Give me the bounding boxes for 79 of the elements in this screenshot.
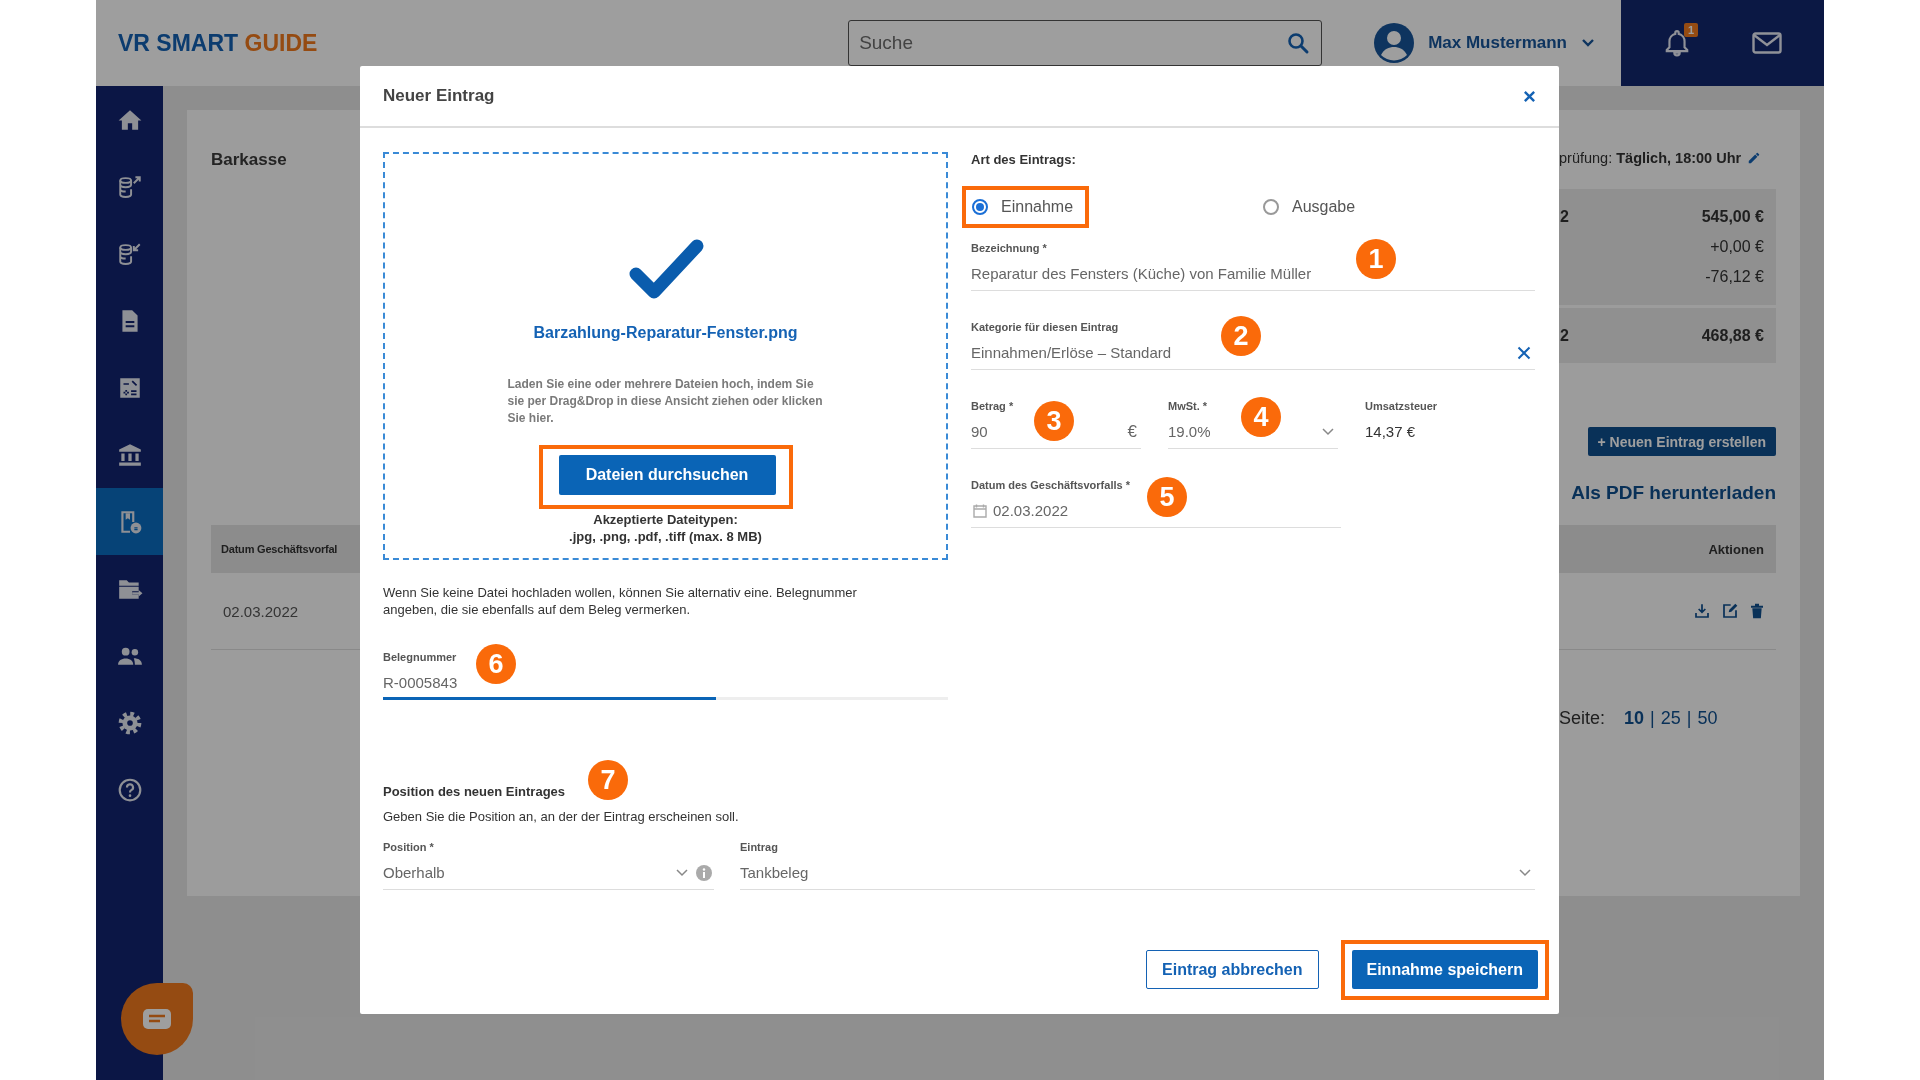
save-button[interactable]: Einnahme speichern [1351,950,1538,989]
edit-button[interactable] [1722,603,1738,619]
column-header: Aktionen [1708,541,1764,557]
summary-label: 2 [1560,208,1569,226]
separator: | [1686,707,1692,729]
browse-files-button[interactable]: Dateien durchsuchen [558,455,776,495]
download-icon [1694,603,1710,619]
calendar-icon [973,504,987,518]
table-cell: 02.03.2022 [223,602,299,620]
cancel-button[interactable]: Eintrag abbrechen [1146,950,1319,989]
notifications-button[interactable] [1664,29,1690,57]
callout-number: 7 [588,760,628,800]
entry-select[interactable]: Eintrag Tankbeleg [740,840,1535,890]
user-menu[interactable]: Max Mustermann [1374,23,1595,63]
summary-amount: 468,88 € [1701,326,1764,345]
new-entry-button[interactable]: + Neuen Eintrag erstellen [1587,427,1776,456]
page-size-option[interactable]: 25 [1660,707,1681,729]
info-icon [696,865,712,881]
callout-number: 1 [1356,239,1396,279]
mail-icon [1752,32,1782,54]
mail-button[interactable] [1752,32,1782,54]
trash-icon [1750,603,1764,619]
bell-icon [1664,29,1690,57]
page-title: Barkasse [211,150,288,170]
upload-hint: Laden Sie eine oder mehrere Dateien hoch, indem Sie sie per Drag&Drop in diese Ansicht ziehen oder klicken Sie hier. [507,376,824,427]
download-button[interactable] [1694,603,1710,619]
alternative-note: Wenn Sie keine Datei hochladen wollen, können Sie alternativ eine. Belegnummer angeben, die sie ebenfalls auf dem Beleg vermerken. [383,584,858,618]
chevron-down-icon [676,869,688,877]
bank-icon [116,441,143,468]
callout-number: 5 [1147,477,1187,517]
page-size-label: Seite: [1559,707,1606,729]
radio-option[interactable]: Einnahme [972,198,1074,216]
edit-button[interactable] [1747,151,1762,165]
callout-number: 3 [1034,401,1074,441]
dialog-title: Neuer Eintrag [383,86,495,106]
upload-dropzone[interactable] [383,152,948,560]
pdf-download-link[interactable]: Als PDF herunterladen [1571,478,1776,508]
currency-unit: € [1127,421,1137,443]
callout-number: 4 [1241,397,1281,437]
summary-amount: -76,12 € [1705,268,1764,286]
summary-amount: 545,00 € [1701,208,1764,226]
notification-badge: 1 [1683,23,1698,37]
search-icon [1286,31,1311,55]
search-field[interactable]: Suche [848,20,1323,66]
position-select[interactable]: Position * Oberhalb [383,840,714,890]
summary-amount: +0,00 € [1710,238,1764,256]
section-title: Position des neuen Eintrages [383,784,566,800]
sidebar-item[interactable] [96,488,163,555]
chevron-down-icon [1322,428,1334,436]
page-size-option[interactable]: 10 [1624,707,1645,729]
close-button[interactable] [1523,89,1536,103]
page-size-option[interactable]: 50 [1697,707,1718,729]
user-avatar-icon [1374,23,1415,63]
schedule-text: prüfung: Täglich, 18:00 Uhr [1559,150,1742,166]
logo: VR SMART GUIDE [118,29,318,57]
radio-option[interactable]: Ausgabe [1263,198,1356,216]
coins-icon [116,173,143,200]
separator: | [1650,707,1655,729]
column-header: Datum Geschäftsvorfal [221,543,338,555]
chat-icon [142,1008,172,1030]
delete-button[interactable] [1750,603,1764,619]
accepted-types: .jpg, .png, .pdf, .tiff (max. 8 MB) [569,528,762,545]
edit-icon [1722,603,1738,619]
sales-tax-output: Umsatzsteuer 14,37 € [1365,399,1439,442]
callout-number: 2 [1221,316,1261,356]
close-icon [1523,89,1536,103]
summary-label: 2 [1560,326,1569,345]
help-icon [116,776,143,803]
callout-number: 6 [476,644,516,684]
section-description: Geben Sie die Position an, an der der Eintrag erscheinen soll. [383,809,740,825]
file-name: Barzahlung-Reparatur-Fenster.png [533,323,798,343]
chevron-down-icon [1581,38,1595,48]
clear-icon [1517,346,1531,360]
pencil-icon [1747,151,1762,165]
settings-icon [116,709,143,736]
clear-button[interactable] [1517,346,1531,360]
chevron-down-icon [1519,869,1531,877]
accepted-types-title: Akzeptierte Dateitypen: [593,511,738,528]
section-label: Art des Eintrags: [971,152,1077,168]
